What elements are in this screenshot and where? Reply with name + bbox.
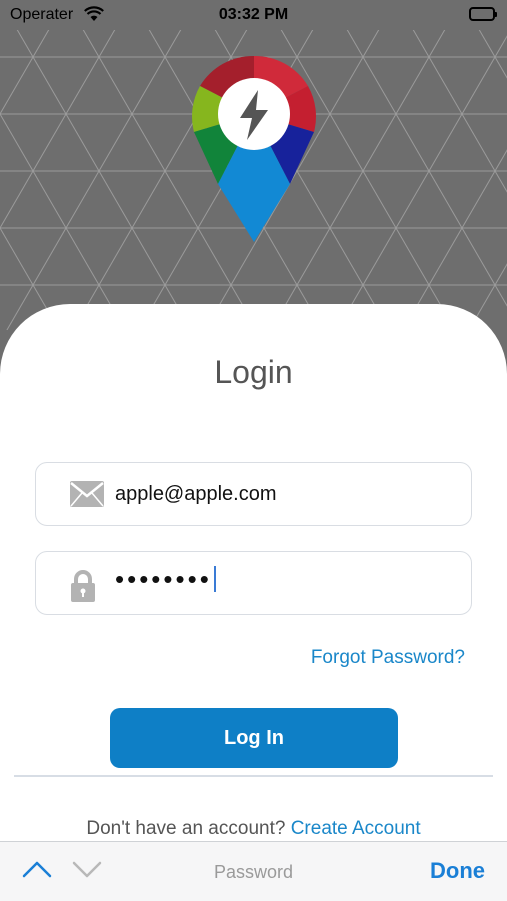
envelope-icon [70, 481, 104, 512]
lock-icon [70, 570, 96, 607]
signup-prompt: Don't have an account? Create Account [0, 818, 507, 840]
email-field[interactable]: apple@apple.com [35, 462, 472, 526]
clock: 03:32 PM [218, 6, 289, 23]
login-button[interactable]: Log In [110, 708, 398, 768]
password-dots: •••••••• [115, 564, 212, 594]
login-title: Login [214, 354, 293, 390]
password-value: •••••••• [115, 564, 216, 595]
forgot-password-link[interactable]: Forgot Password? [311, 647, 465, 669]
done-button[interactable]: Done [430, 858, 485, 884]
keyboard-toolbar: Password Done [0, 841, 507, 901]
email-value: apple@apple.com [115, 483, 277, 505]
signup-prompt-text: Don't have an account? [86, 818, 286, 839]
battery-icon [469, 7, 497, 21]
status-bar: Operater 03:32 PM [0, 0, 507, 30]
password-field[interactable]: •••••••• [35, 551, 472, 615]
create-account-link[interactable]: Create Account [291, 818, 421, 839]
text-cursor [213, 566, 216, 593]
lightning-bolt-location-pin-icon [192, 55, 316, 242]
divider [14, 775, 493, 777]
